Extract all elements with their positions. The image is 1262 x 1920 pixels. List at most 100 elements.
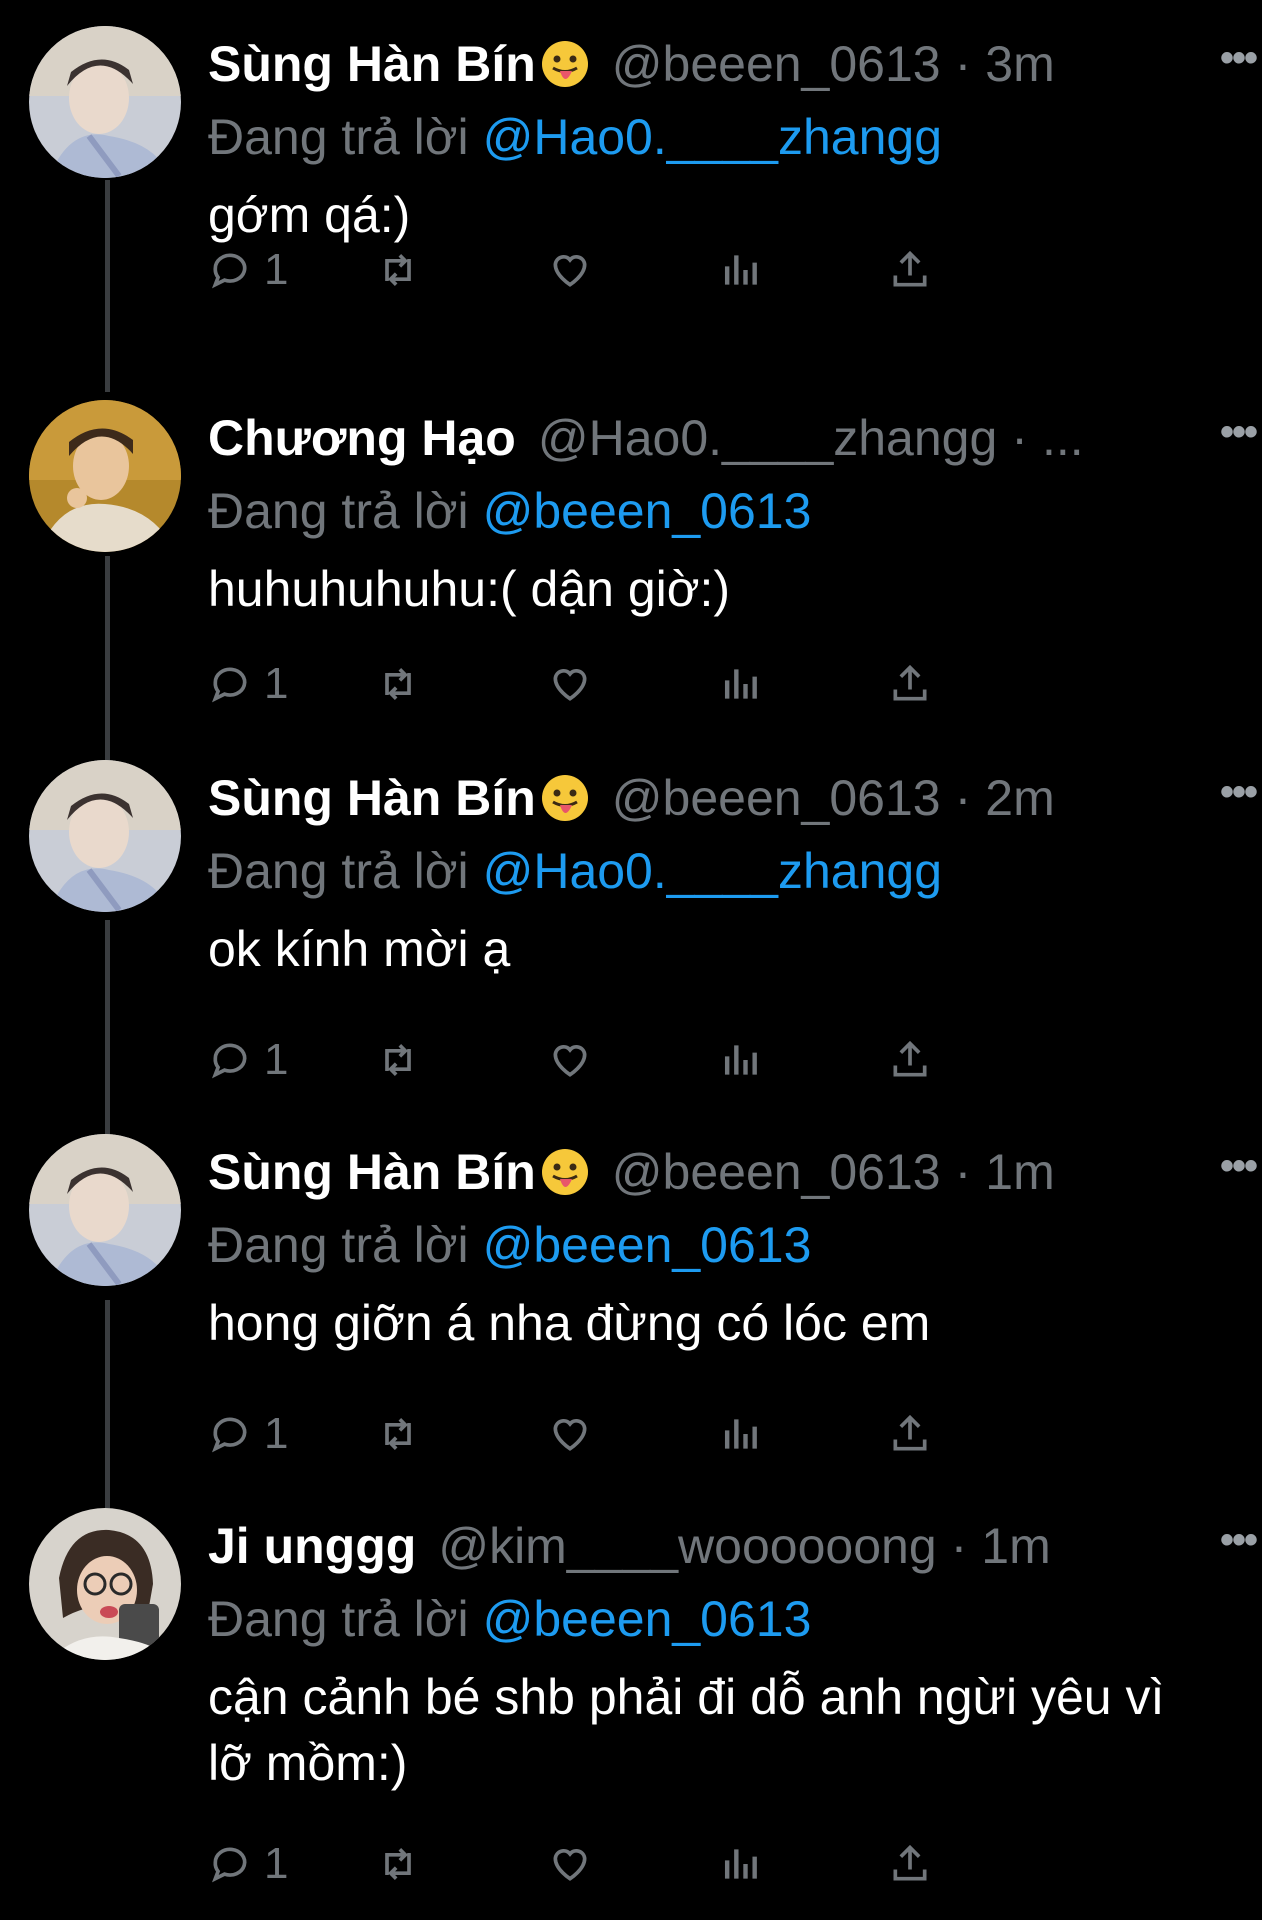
tongue-out-face-icon (541, 775, 588, 821)
share-button[interactable] (888, 1834, 932, 1894)
views-button[interactable] (718, 1404, 762, 1464)
reply-button[interactable]: 1 (208, 1030, 288, 1090)
tweet-text: gớm qá:) (208, 187, 411, 243)
retweet-button[interactable] (376, 1030, 420, 1090)
heart-icon (553, 1045, 587, 1077)
avatar[interactable] (29, 1508, 181, 1660)
reply-mention-link[interactable]: @Hao0.____zhangg (483, 109, 942, 165)
display-name[interactable]: Sùng Hàn Bín (208, 768, 536, 828)
reply-button[interactable]: 1 (208, 1404, 288, 1464)
tweet-text: cận cảnh bé shb phải đi dỗ anh ngừi yêu … (208, 1669, 1165, 1791)
avatar[interactable] (29, 1134, 181, 1286)
reply-count: 1 (264, 1839, 289, 1888)
reply-button[interactable]: 1 (208, 240, 288, 300)
more-options-icon[interactable]: ••• (1220, 1144, 1258, 1189)
timestamp[interactable]: 1m (981, 1516, 1050, 1576)
tongue-out-face-icon (541, 41, 588, 87)
tweet-header: Sùng Hàn Bín @beeen_0613 · 2m (208, 768, 1232, 828)
more-options-icon[interactable]: ••• (1220, 1518, 1258, 1563)
user-handle[interactable]: @Hao0.____zhangg (538, 408, 997, 468)
share-button[interactable] (888, 1030, 932, 1090)
views-button[interactable] (718, 654, 762, 714)
timestamp[interactable]: 3m (985, 34, 1054, 94)
user-handle[interactable]: @beeen_0613 (612, 1142, 941, 1202)
more-options-icon[interactable]: ••• (1220, 770, 1258, 815)
more-options-icon[interactable]: ••• (1220, 36, 1258, 81)
separator-dot: · (1011, 410, 1028, 466)
tongue-out-face-icon (541, 1149, 588, 1195)
reply-prefix: Đang trả lời (208, 843, 469, 899)
avatar[interactable] (29, 400, 181, 552)
display-name[interactable]: Sùng Hàn Bín (208, 34, 536, 94)
reply-prefix: Đang trả lời (208, 483, 469, 539)
display-name[interactable]: Chương Hạo (208, 408, 516, 468)
timestamp[interactable]: ... (1042, 408, 1084, 468)
reply-icon (211, 1043, 247, 1079)
like-button[interactable] (548, 1834, 592, 1894)
reply-count: 1 (264, 659, 289, 708)
thread-line (105, 920, 110, 1140)
separator-dot: · (954, 36, 972, 92)
reply-button[interactable]: 1 (208, 654, 288, 714)
heart-icon (553, 1419, 587, 1451)
action-bar: 1 (208, 654, 1108, 714)
heart-icon (553, 1849, 587, 1881)
heart-icon (553, 669, 587, 701)
reply-prefix: Đang trả lời (208, 1217, 469, 1273)
avatar[interactable] (29, 760, 181, 912)
share-icon (893, 1414, 927, 1451)
views-chart-icon (724, 669, 757, 699)
share-button[interactable] (888, 1404, 932, 1464)
user-handle[interactable]: @kim____woooooong (438, 1516, 936, 1576)
reply-context: Đang trả lời @beeen_0613 (208, 482, 811, 540)
reply-mention-link[interactable]: @beeen_0613 (483, 1591, 812, 1647)
reply-count: 1 (264, 245, 289, 294)
tweet-header: Sùng Hàn Bín @beeen_0613 · 3m (208, 34, 1232, 94)
like-button[interactable] (548, 654, 592, 714)
action-bar: 1 (208, 1030, 1108, 1090)
share-icon (893, 250, 927, 287)
views-chart-icon (724, 1849, 757, 1879)
separator-dot: · (950, 1518, 968, 1574)
thread-line (105, 180, 110, 392)
user-handle[interactable]: @beeen_0613 (612, 34, 941, 94)
timestamp[interactable]: 1m (985, 1142, 1054, 1202)
views-button[interactable] (718, 240, 762, 300)
user-handle[interactable]: @beeen_0613 (612, 768, 941, 828)
reply-mention-link[interactable]: @Hao0.____zhangg (483, 843, 942, 899)
retweet-icon (385, 1418, 411, 1450)
reply-context: Đang trả lời @Hao0.____zhangg (208, 108, 942, 166)
share-button[interactable] (888, 654, 932, 714)
reply-icon (211, 1417, 247, 1453)
tweet-text: hong giỡn á nha đừng có lóc em (208, 1295, 931, 1351)
retweet-button[interactable] (376, 654, 420, 714)
separator-dot: · (954, 770, 972, 826)
reply-count: 1 (264, 1409, 289, 1458)
retweet-button[interactable] (376, 1834, 420, 1894)
reply-button[interactable]: 1 (208, 1834, 288, 1894)
share-button[interactable] (888, 240, 932, 300)
retweet-button[interactable] (376, 1404, 420, 1464)
avatar[interactable] (29, 26, 181, 178)
avatar-photo (29, 1134, 181, 1286)
more-options-icon[interactable]: ••• (1220, 410, 1258, 455)
views-button[interactable] (718, 1030, 762, 1090)
like-button[interactable] (548, 1404, 592, 1464)
retweet-button[interactable] (376, 240, 420, 300)
like-button[interactable] (548, 240, 592, 300)
reply-mention-link[interactable]: @beeen_0613 (483, 483, 812, 539)
tweet-text: huhuhuhuhu:( dận giờ:) (208, 561, 731, 617)
separator-dot: · (954, 1144, 972, 1200)
share-icon (893, 664, 927, 701)
like-button[interactable] (548, 1030, 592, 1090)
views-button[interactable] (718, 1834, 762, 1894)
timestamp[interactable]: 2m (985, 768, 1054, 828)
tweet-header: Chương Hạo @Hao0.____zhangg · ... (208, 408, 1232, 468)
retweet-icon (385, 668, 411, 700)
display-name[interactable]: Ji unggg (208, 1516, 416, 1576)
retweet-icon (385, 254, 411, 286)
reply-mention-link[interactable]: @beeen_0613 (483, 1217, 812, 1273)
display-name[interactable]: Sùng Hàn Bín (208, 1142, 536, 1202)
reply-icon (211, 667, 247, 703)
views-chart-icon (724, 1419, 757, 1449)
